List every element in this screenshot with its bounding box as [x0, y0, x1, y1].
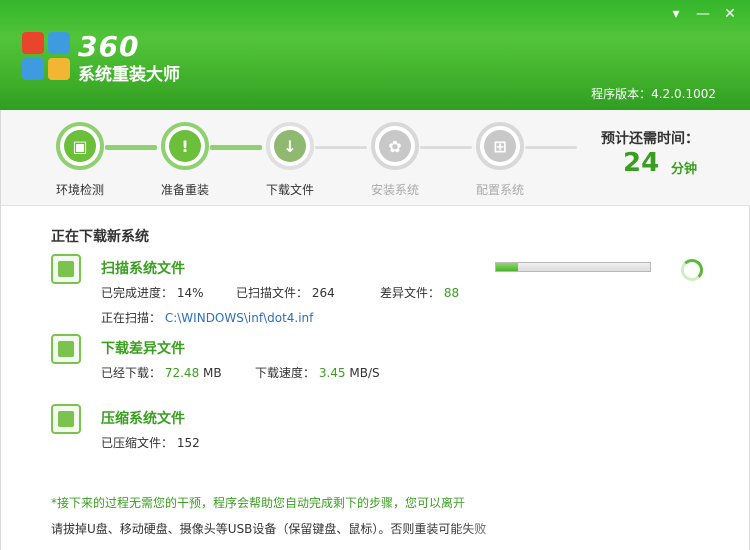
download-speed-line: 下载速度： 3.45 MB/S — [255, 364, 380, 381]
step-progress-bar: ▣ 环境检测 ! 准备重装 ↓ 下载文件 ✿ 安装系统 ⊞ 配置系统 预计还需时… — [1, 110, 750, 206]
step-install-system: ✿ 安装系统 — [365, 122, 425, 197]
compressed-value: 152 — [176, 436, 200, 450]
step-label: 安装系统 — [370, 183, 419, 197]
compressed-line: 已压缩文件： 152 — [101, 434, 200, 451]
version-label: 程序版本：4.2.0.1002 — [591, 87, 716, 101]
step-connector — [420, 146, 472, 149]
current-scan-label: 正在扫描： — [101, 311, 162, 325]
install-icon: ✿ — [379, 130, 411, 162]
menu-icon[interactable]: ▾ — [666, 4, 686, 24]
downloaded-unit: MB — [203, 366, 222, 380]
step-configure-system: ⊞ 配置系统 — [470, 122, 530, 197]
task-title-download: 下载差异文件 — [101, 341, 185, 357]
time-remaining-value: 24 — [623, 148, 660, 178]
speed-label: 下载速度： — [255, 366, 316, 380]
current-scan-line: 正在扫描： C:\WINDOWS\inf\dot4.inf — [101, 309, 313, 326]
auto-complete-note: *接下来的过程无需您的干预，程序会帮助您自动完成剩下的步骤，您可以离开 — [51, 496, 466, 510]
scan-progress-line: 已完成进度： 14% — [101, 284, 204, 301]
usb-warning-note: 请拔掉U盘、移动硬盘、摄像头等USB设备（保留键盘、鼠标）。否则重装可能失败 — [51, 522, 487, 536]
step-environment-check: ▣ 环境检测 — [50, 122, 110, 197]
step-download-files: ↓ 下载文件 — [260, 122, 320, 197]
current-scan-path: C:\WINDOWS\inf\dot4.inf — [164, 311, 314, 325]
close-button[interactable]: ✕ — [720, 4, 740, 24]
progress-fill — [496, 263, 518, 271]
step-label: 下载文件 — [265, 183, 314, 197]
main-panel: ▣ 环境检测 ! 准备重装 ↓ 下载文件 ✿ 安装系统 ⊞ 配置系统 预计还需时… — [0, 110, 750, 550]
scanned-label: 已扫描文件： — [236, 286, 309, 300]
progress-value: 14% — [176, 286, 204, 300]
speed-value: 3.45 — [318, 366, 346, 380]
app-title: 系统重装大师 — [78, 65, 180, 85]
time-remaining-title: 预计还需时间： — [601, 131, 699, 147]
step-connector — [315, 146, 367, 149]
monitor-icon: ▣ — [64, 130, 96, 162]
downloaded-value: 72.48 — [164, 366, 200, 380]
downloaded-label: 已经下载： — [101, 366, 162, 380]
section-title: 正在下载新系统 — [51, 229, 149, 245]
diff-value: 88 — [443, 286, 460, 300]
document-alert-icon: ! — [169, 130, 201, 162]
task-title-compress: 压缩系统文件 — [101, 411, 185, 427]
compress-files-icon — [51, 404, 81, 434]
minimize-button[interactable]: — — [693, 4, 713, 24]
download-diff-icon — [51, 334, 81, 364]
time-remaining-unit: 分钟 — [671, 162, 698, 177]
step-label: 环境检测 — [55, 183, 104, 197]
scanned-files-line: 已扫描文件： 264 — [236, 284, 335, 301]
downloaded-line: 已经下载： 72.48 MB — [101, 364, 222, 381]
windows-icon: ⊞ — [484, 130, 516, 162]
360-logo-icon — [22, 32, 70, 80]
download-icon: ↓ — [274, 130, 306, 162]
step-connector — [525, 146, 577, 149]
disk-scan-icon — [51, 254, 81, 284]
logo-number: 360 — [78, 30, 140, 63]
diff-label: 差异文件： — [380, 286, 441, 300]
download-progress-bar — [495, 262, 651, 272]
step-prepare-reinstall: ! 准备重装 — [155, 122, 215, 197]
task-title-scan: 扫描系统文件 — [101, 261, 185, 277]
loading-spinner-icon — [681, 259, 703, 281]
title-bar: 360 系统重装大师 ▾ — ✕ 程序版本：4.2.0.1002 — [0, 0, 750, 110]
step-label: 准备重装 — [160, 183, 209, 197]
progress-label: 已完成进度： — [101, 286, 174, 300]
speed-unit: MB/S — [349, 366, 380, 380]
step-connector — [105, 145, 157, 150]
compressed-label: 已压缩文件： — [101, 436, 174, 450]
diff-files-line: 差异文件： 88 — [380, 284, 459, 301]
scanned-value: 264 — [311, 286, 335, 300]
text-fade-overlay — [449, 465, 749, 550]
step-connector — [210, 145, 262, 150]
step-label: 配置系统 — [475, 183, 524, 197]
